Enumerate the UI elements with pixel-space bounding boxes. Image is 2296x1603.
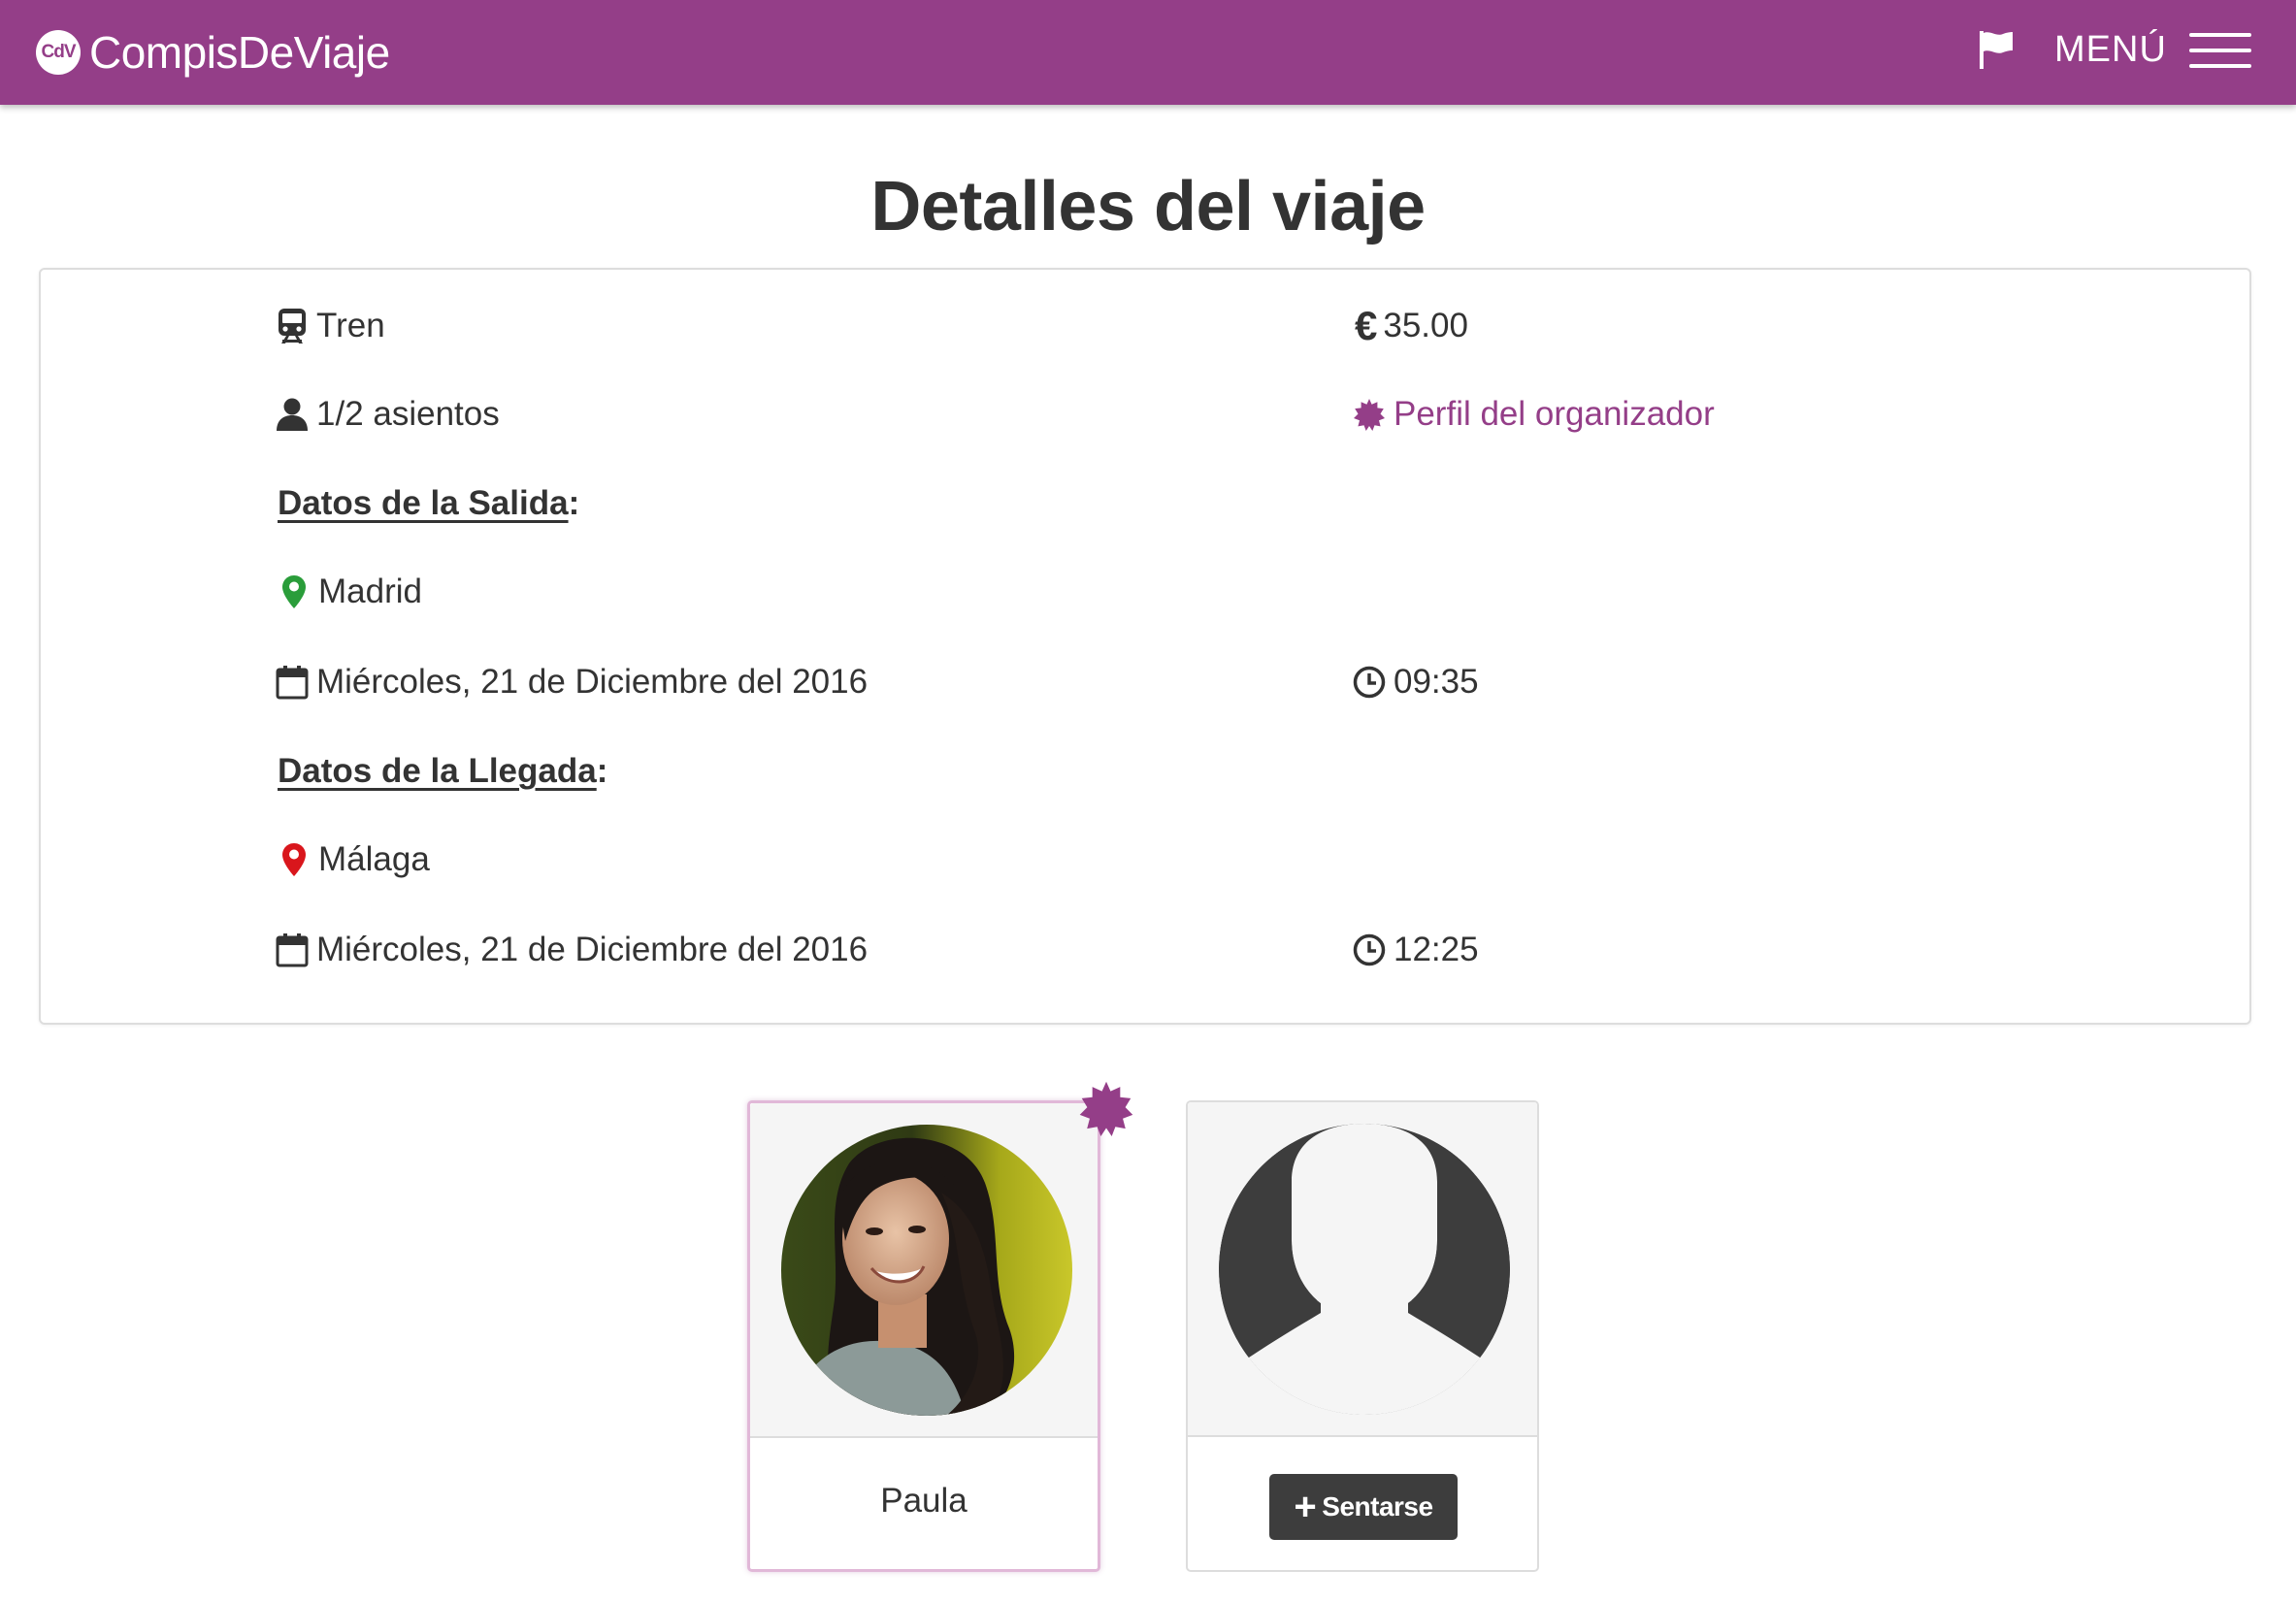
map-marker-icon (278, 572, 311, 611)
seats-row: 1/2 asientos (276, 390, 500, 439)
departure-heading: Datos de la Salida: (278, 484, 580, 522)
passenger-card-empty: + Sentarse (1186, 1100, 1539, 1572)
departure-date-row: Miércoles, 21 de Diciembre del 2016 (276, 658, 868, 706)
empty-seat-photo-area (1188, 1102, 1537, 1437)
hamburger-icon[interactable] (2189, 31, 2251, 70)
sit-button[interactable]: + Sentarse (1269, 1474, 1458, 1540)
price-row: € 35.00 (1355, 302, 1468, 350)
arrival-date: Miércoles, 21 de Diciembre del 2016 (316, 931, 869, 968)
organizer-link-label[interactable]: Perfil del organizador (1394, 395, 1715, 434)
price-value: 35.00 (1383, 307, 1468, 344)
certificate-icon (1353, 395, 1386, 434)
departure-date: Miércoles, 21 de Diciembre del 2016 (316, 663, 869, 701)
arrival-heading: Datos de la Llegada: (278, 752, 608, 790)
organizer-link[interactable]: Perfil del organizador (1353, 390, 1715, 439)
departure-time: 09:35 (1394, 663, 1479, 701)
seats-label: 1/2 asientos (316, 395, 500, 433)
departure-city: Madrid (318, 572, 422, 610)
euro-icon: € (1355, 303, 1378, 348)
avatar-placeholder (1219, 1124, 1510, 1415)
train-icon (276, 307, 309, 345)
departure-time-row: 09:35 (1353, 658, 1479, 706)
departure-heading-text: Datos de la Salida (278, 484, 569, 522)
sit-button-label: Sentarse (1322, 1491, 1433, 1521)
trip-details-panel: Tren € 35.00 1/2 asientos Perfil del org… (39, 268, 2251, 1025)
avatar[interactable] (781, 1125, 1072, 1416)
calendar-icon (276, 931, 309, 969)
user-icon (276, 395, 309, 434)
brand-link[interactable]: CdV CompisDeViaje (36, 27, 390, 78)
arrival-heading-text: Datos de la Llegada (278, 752, 597, 790)
passenger-photo-area (750, 1103, 1098, 1438)
clock-icon (1353, 931, 1386, 969)
departure-city-row: Madrid (278, 568, 422, 616)
flag-icon[interactable] (1977, 29, 2016, 70)
map-marker-icon (278, 840, 311, 879)
brand-name: CompisDeViaje (89, 27, 390, 78)
organizer-badge-icon (1079, 1081, 1133, 1136)
arrival-time: 12:25 (1394, 931, 1479, 968)
transport-row: Tren (276, 302, 385, 350)
arrival-time-row: 12:25 (1353, 926, 1479, 974)
page-title: Detalles del viaje (870, 168, 1426, 245)
navbar: CdV CompisDeViaje MENÚ (0, 0, 2296, 105)
transport-label: Tren (316, 307, 385, 344)
menu-label[interactable]: MENÚ (2054, 29, 2167, 71)
passenger-name: Paula (880, 1482, 968, 1520)
arrival-city: Málaga (318, 840, 430, 878)
brand-logo: CdV (36, 30, 81, 75)
passenger-card-organizer[interactable]: Paula (747, 1081, 1133, 1572)
calendar-icon (276, 663, 309, 702)
arrival-date-row: Miércoles, 21 de Diciembre del 2016 (276, 926, 868, 974)
arrival-city-row: Málaga (278, 835, 430, 884)
plus-icon: + (1294, 1486, 1317, 1528)
clock-icon (1353, 663, 1386, 702)
